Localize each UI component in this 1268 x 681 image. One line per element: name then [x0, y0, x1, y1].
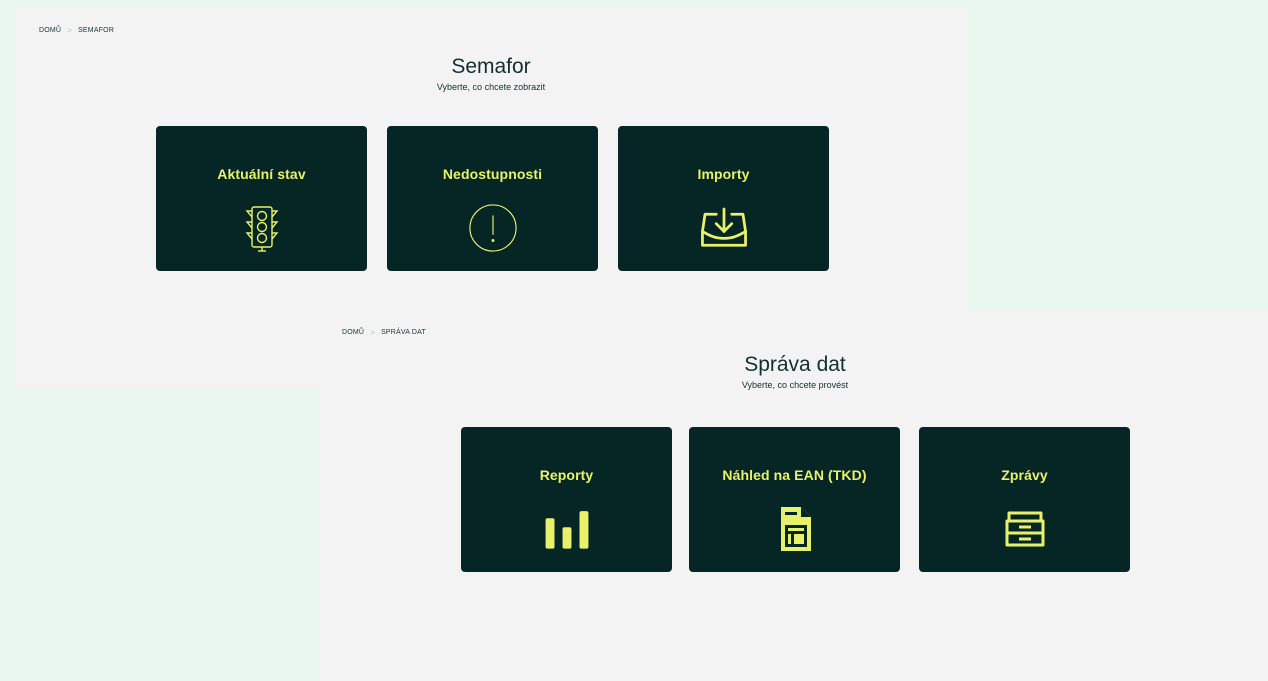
card-label: Zprávy	[1001, 467, 1048, 483]
page-subtitle: Vyberte, co chcete zobrazit	[436, 82, 546, 92]
traffic-light-icon	[237, 204, 287, 252]
document-table-icon	[770, 505, 820, 553]
card-label: Aktuální stav	[217, 166, 306, 182]
breadcrumb: DOMŮ > SEMAFOR	[39, 26, 114, 35]
card-aktualni-stav[interactable]: Aktuální stav	[156, 126, 367, 271]
card-zpravy[interactable]: Zprávy	[919, 427, 1130, 572]
page-title: Semafor	[451, 55, 531, 78]
card-label: Reporty	[539, 467, 594, 483]
breadcrumb-current: SEMAFOR	[78, 27, 115, 34]
page-title: Správa dat	[744, 353, 846, 376]
bar-chart-icon	[542, 505, 592, 553]
inbox-tray-icon	[1000, 505, 1050, 553]
sprava-dat-panel: DOMŮ > SPRÁVA DAT Správa dat Vyberte, co…	[319, 309, 1268, 681]
page-heading: Semafor Vyberte, co chcete zobrazit	[391, 55, 591, 93]
card-reporty[interactable]: Reporty	[461, 427, 672, 572]
card-label: Importy	[697, 166, 750, 182]
breadcrumb-home-link[interactable]: DOMŮ	[39, 27, 61, 34]
exclamation-circle-icon	[468, 204, 518, 252]
breadcrumb-current: SPRÁVA DAT	[381, 329, 426, 336]
card-importy[interactable]: Importy	[618, 126, 829, 271]
breadcrumb-home-link[interactable]: DOMŮ	[342, 329, 364, 336]
card-label: Nedostupnosti	[442, 166, 543, 182]
page-subtitle: Vyberte, co chcete provést	[741, 380, 849, 390]
breadcrumb-separator-icon: >	[67, 26, 73, 35]
import-download-icon	[699, 204, 749, 252]
card-nahled-na-ean[interactable]: Náhled na EAN (TKD)	[689, 427, 900, 572]
page-heading: Správa dat Vyberte, co chcete provést	[695, 353, 895, 391]
breadcrumb-separator-icon: >	[370, 328, 376, 337]
card-label: Náhled na EAN (TKD)	[722, 467, 867, 483]
card-nedostupnosti[interactable]: Nedostupnosti	[387, 126, 598, 271]
breadcrumb: DOMŮ > SPRÁVA DAT	[342, 328, 426, 337]
